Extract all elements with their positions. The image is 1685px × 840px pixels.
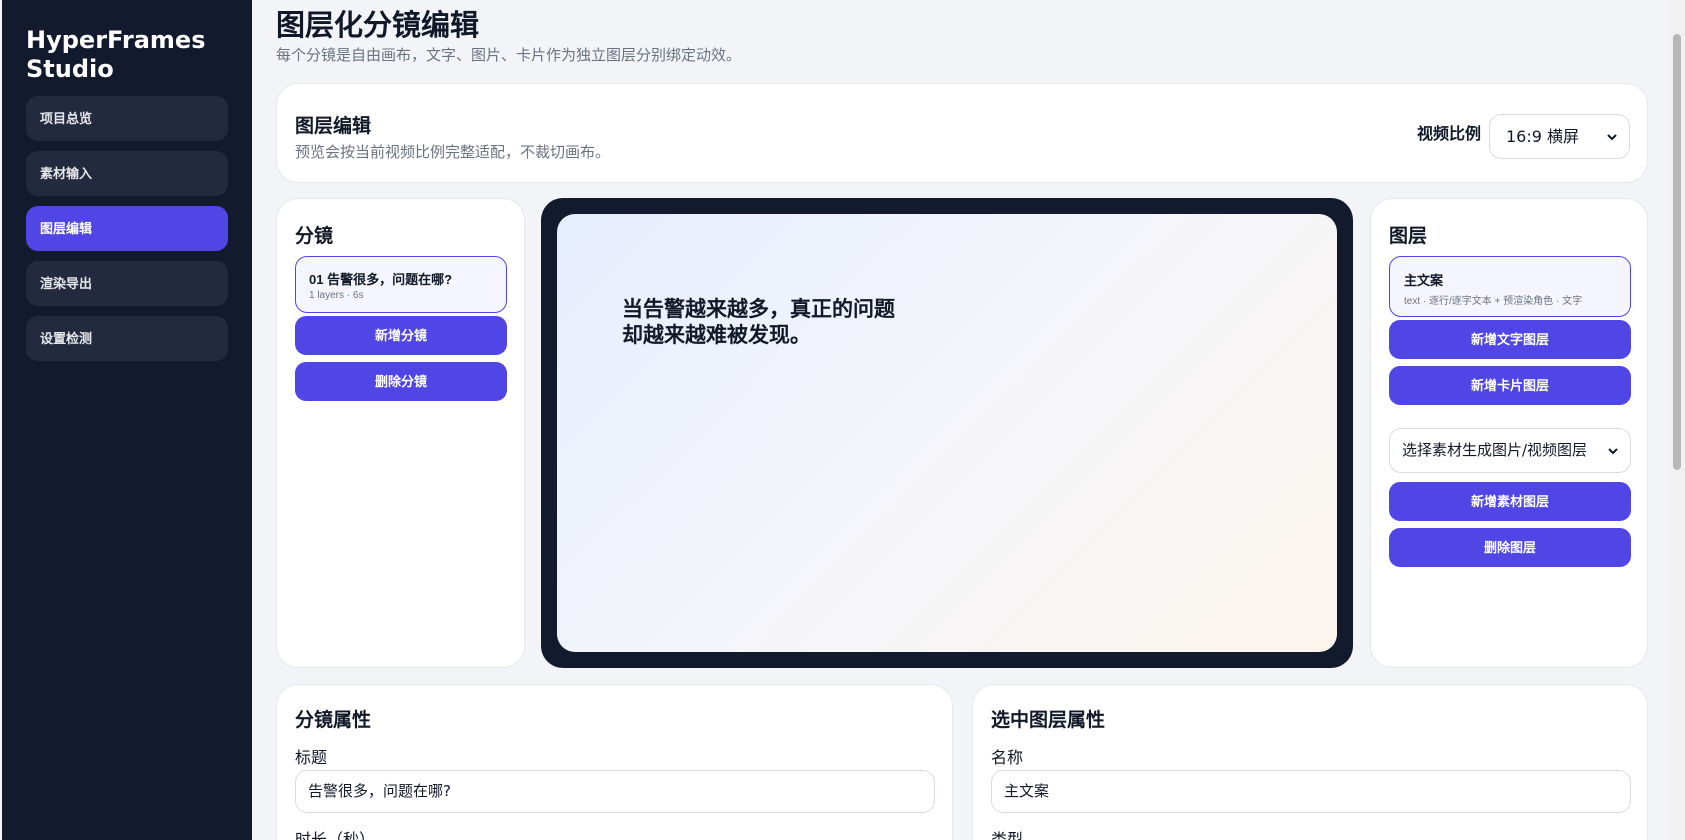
scene-title-label: 标题: [295, 748, 328, 767]
layer-name-input[interactable]: 主文案: [991, 770, 1631, 813]
delete-layer-button[interactable]: 删除图层: [1389, 528, 1631, 567]
preview-stage: 当告警越来越多，真正的问题却越来越难被发现。: [541, 198, 1353, 668]
scrollbar-thumb[interactable]: [1673, 34, 1681, 470]
chevron-down-icon: [1608, 447, 1618, 454]
scene-properties-card: 分镜属性 标题 告警很多，问题在哪? 时长（秒）: [276, 684, 953, 840]
layer-list-item[interactable]: 主文案 text · 逐行/逐字文本 + 预渲染角色 · 文字: [1389, 256, 1631, 317]
layer-item-meta: text · 逐行/逐字文本 + 预渲染角色 · 文字: [1404, 296, 1583, 307]
page-title: 图层化分镜编辑: [276, 8, 480, 42]
brand-title: HyperFrames Studio: [26, 26, 206, 83]
scene-list-item[interactable]: 01 告警很多，问题在哪? 1 layers · 6s: [295, 256, 507, 313]
video-ratio-label: 视频比例: [1416, 124, 1481, 143]
nav-item-assets[interactable]: 素材输入: [26, 151, 228, 196]
add-card-layer-button[interactable]: 新增卡片图层: [1389, 366, 1631, 405]
layers-title: 图层: [1389, 225, 1428, 247]
layer-properties-title: 选中图层属性: [991, 709, 1106, 731]
page-subtitle: 每个分镜是自由画布，文字、图片、卡片作为独立图层分别绑定动效。: [276, 47, 742, 64]
layer-type-label: 类型: [991, 830, 1024, 840]
scenes-panel: 分镜 01 告警很多，问题在哪? 1 layers · 6s 新增分镜 删除分镜: [276, 198, 525, 668]
video-ratio-value: 16:9 横屏: [1506, 127, 1580, 146]
scene-title-input[interactable]: 告警很多，问题在哪?: [295, 770, 935, 813]
layer-item-title: 主文案: [1404, 273, 1444, 288]
nav-item-layer-editor[interactable]: 图层编辑: [26, 206, 228, 251]
main-content: 图层化分镜编辑 每个分镜是自由画布，文字、图片、卡片作为独立图层分别绑定动效。 …: [276, 0, 1649, 840]
add-scene-button[interactable]: 新增分镜: [295, 316, 507, 355]
sidebar: HyperFrames Studio 项目总览 素材输入 图层编辑 渲染导出 设…: [2, 0, 252, 840]
scene-item-meta: 1 layers · 6s: [309, 290, 364, 301]
page-scrollbar[interactable]: [1668, 0, 1685, 840]
scene-item-title: 01 告警很多，问题在哪?: [309, 272, 453, 287]
layers-panel: 图层 主文案 text · 逐行/逐字文本 + 预渲染角色 · 文字 新增文字图…: [1370, 198, 1648, 668]
editor-subtitle: 预览会按当前视频比例完整适配，不裁切画布。: [295, 144, 611, 161]
asset-layer-select[interactable]: 选择素材生成图片/视频图层: [1389, 428, 1631, 473]
chevron-down-icon: [1607, 133, 1617, 140]
add-text-layer-button[interactable]: 新增文字图层: [1389, 320, 1631, 359]
add-asset-layer-button[interactable]: 新增素材图层: [1389, 482, 1631, 521]
scene-canvas[interactable]: 当告警越来越多，真正的问题却越来越难被发现。: [557, 214, 1337, 652]
scene-properties-title: 分镜属性: [295, 709, 372, 731]
delete-scene-button[interactable]: 删除分镜: [295, 362, 507, 401]
video-ratio-select[interactable]: 16:9 横屏: [1489, 114, 1630, 159]
layer-editor-header-card: 图层编辑 预览会按当前视频比例完整适配，不裁切画布。 视频比例 16:9 横屏: [276, 83, 1648, 183]
editor-title: 图层编辑: [295, 115, 372, 137]
canvas-text-layer[interactable]: 当告警越来越多，真正的问题却越来越难被发现。: [622, 296, 902, 348]
scenes-title: 分镜: [295, 225, 334, 247]
layer-name-label: 名称: [991, 748, 1024, 767]
nav-item-settings-check[interactable]: 设置检测: [26, 316, 228, 361]
nav-item-overview[interactable]: 项目总览: [26, 96, 228, 141]
scene-duration-label: 时长（秒）: [295, 830, 376, 840]
nav-item-render-export[interactable]: 渲染导出: [26, 261, 228, 306]
layer-properties-card: 选中图层属性 名称 主文案 类型: [972, 684, 1648, 840]
asset-select-value: 选择素材生成图片/视频图层: [1402, 441, 1588, 459]
